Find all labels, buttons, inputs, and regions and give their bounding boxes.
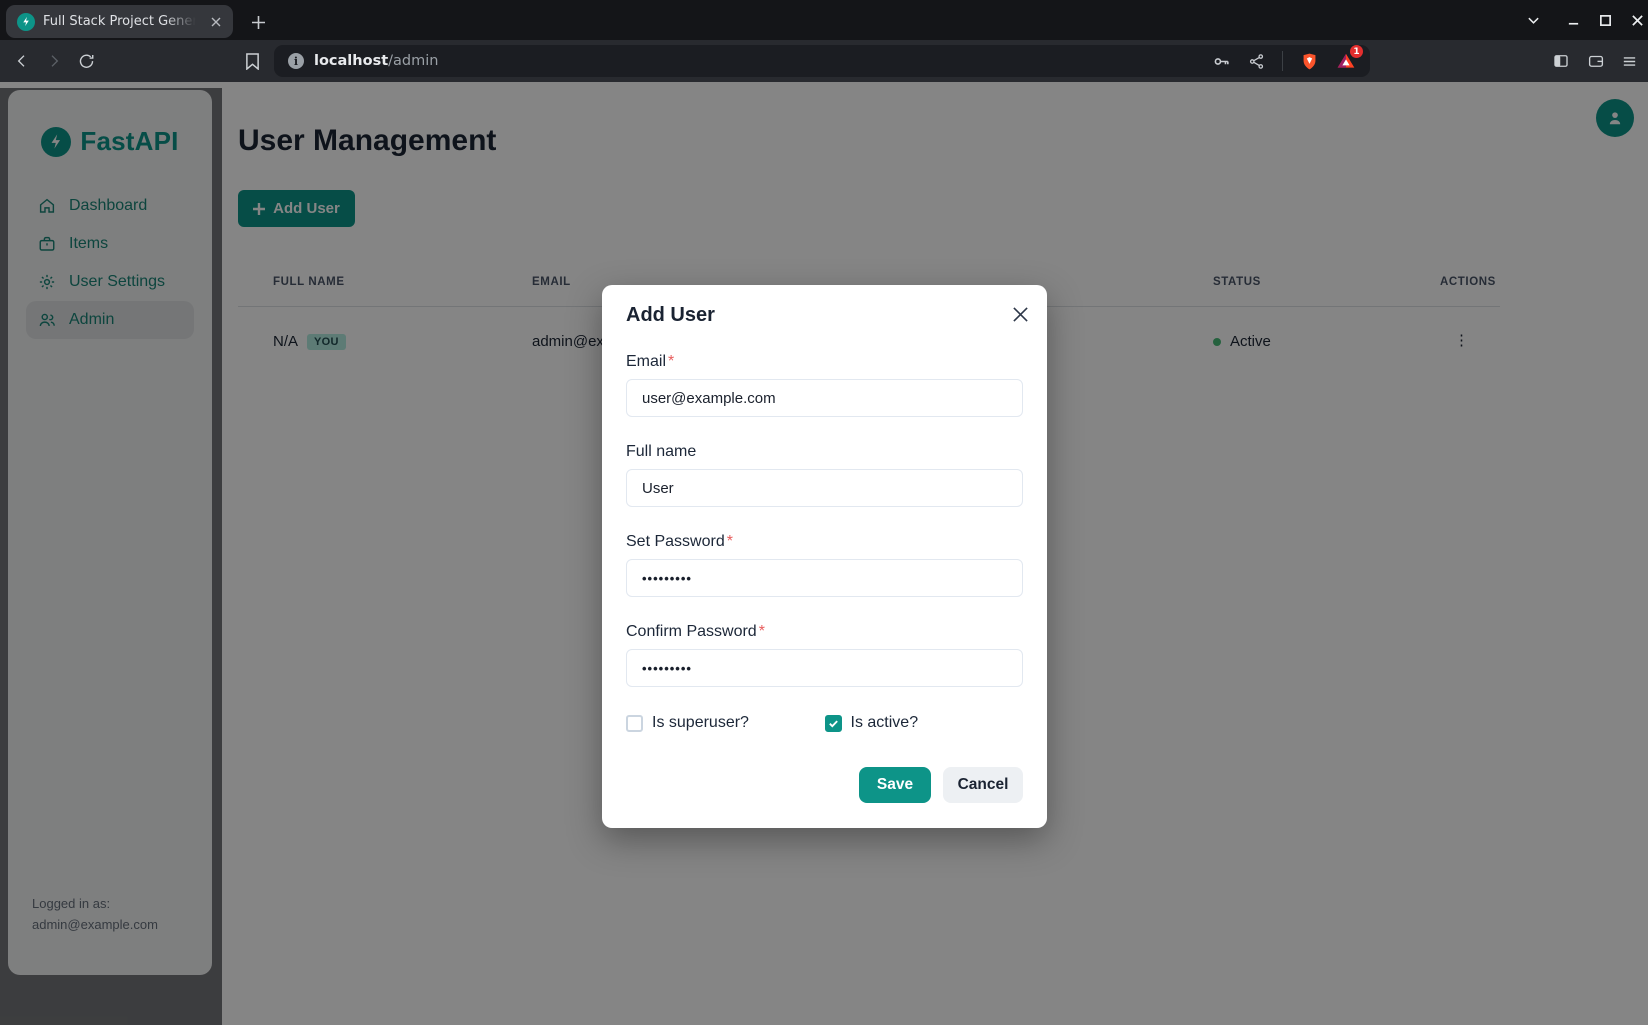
share-icon[interactable] [1248,53,1265,70]
is-superuser-label: Is superuser? [652,714,749,732]
back-button[interactable] [8,47,36,75]
required-asterisk: * [668,353,674,370]
required-asterisk: * [759,623,765,640]
checkbox-row: Is superuser? Is active? [626,714,1023,732]
tab-title: Full Stack Project Genera [43,14,199,29]
fullname-label-text: Full name [626,443,696,460]
window-minimize-button[interactable] [1560,0,1586,40]
site-info-icon[interactable]: i [288,53,304,69]
fastapi-favicon-icon [17,13,35,31]
confirm-password-label: Confirm Password* [626,623,1023,641]
web-page: FastAPI Dashboard Items User Settings [0,82,1648,1025]
required-asterisk: * [727,533,733,550]
url-host: localhost [314,53,388,69]
fullname-field-group: Full name [626,443,1023,507]
password-label-text: Set Password [626,533,725,550]
tab-search-chevron-icon[interactable] [1520,0,1546,40]
sidebar-toggle-icon[interactable] [1547,47,1575,75]
email-field[interactable] [626,379,1023,417]
add-user-modal: Add User Email* Full name Set Password* … [602,285,1047,828]
new-tab-button[interactable] [244,8,272,36]
email-label: Email* [626,353,1023,371]
password-field[interactable] [626,559,1023,597]
menu-hamburger-icon[interactable] [1615,47,1643,75]
password-label: Set Password* [626,533,1023,551]
is-active-label: Is active? [851,714,919,732]
fullname-field[interactable] [626,469,1023,507]
toolbar-divider [1282,51,1283,71]
wallet-icon[interactable] [1582,47,1610,75]
window-close-button[interactable] [1624,0,1648,40]
email-label-text: Email [626,353,666,370]
reload-button[interactable] [72,47,100,75]
address-bar[interactable]: i localhost/admin 1 [274,45,1370,77]
title-bar: Full Stack Project Genera [0,0,1648,40]
brave-rewards-icon[interactable]: 1 [1336,51,1356,71]
modal-close-icon[interactable] [1004,298,1036,330]
checkbox-unchecked-icon[interactable] [626,715,643,732]
brave-shield-icon[interactable] [1300,52,1319,71]
window-maximize-button[interactable] [1592,0,1618,40]
rewards-badge: 1 [1350,45,1363,58]
email-field-group: Email* [626,353,1023,417]
is-superuser-checkbox[interactable]: Is superuser? [626,714,825,732]
password-field-group: Set Password* [626,533,1023,597]
password-key-icon[interactable] [1212,52,1231,71]
is-active-checkbox[interactable]: Is active? [825,714,1024,732]
bookmark-icon[interactable] [238,47,266,75]
modal-actions: Save Cancel [626,767,1023,803]
forward-button[interactable] [40,47,68,75]
browser-toolbar: i localhost/admin 1 [0,40,1648,82]
fullname-label: Full name [626,443,1023,461]
url-path: /admin [388,53,438,69]
url-text: localhost/admin [314,53,438,69]
cancel-button[interactable]: Cancel [943,767,1023,803]
confirm-password-field-group: Confirm Password* [626,623,1023,687]
browser-tab[interactable]: Full Stack Project Genera [6,5,233,38]
tab-close-icon[interactable] [207,13,225,31]
save-button[interactable]: Save [859,767,931,803]
browser-chrome: Full Stack Project Genera [0,0,1648,82]
modal-title: Add User [626,304,1023,327]
confirm-password-field[interactable] [626,649,1023,687]
checkbox-checked-icon[interactable] [825,715,842,732]
confirm-password-label-text: Confirm Password [626,623,757,640]
